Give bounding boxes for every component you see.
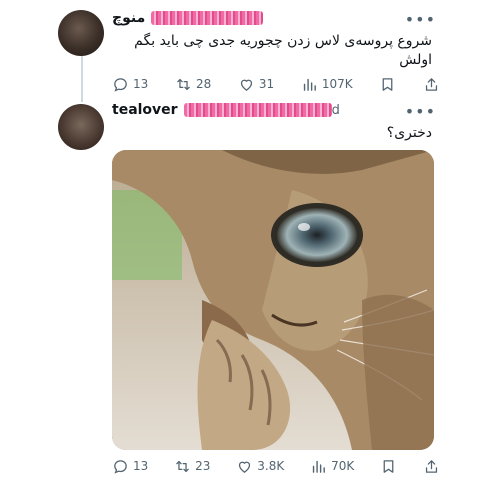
views-icon	[303, 78, 316, 91]
tweet-text: دختری؟	[386, 125, 432, 141]
reply-button[interactable]: 13	[112, 458, 148, 475]
redaction-scribble	[151, 11, 264, 25]
share-button[interactable]	[423, 76, 440, 93]
like-count: 3.8K	[257, 459, 285, 473]
reply-count: 13	[133, 77, 149, 91]
reply-icon	[114, 77, 127, 92]
cat-photo	[112, 150, 434, 450]
tweet[interactable]: tealover d ••• دختری؟ 13 23 3.8K 70K	[112, 100, 440, 474]
more-icon[interactable]: •••	[405, 102, 436, 121]
views-button[interactable]: 70K	[310, 458, 354, 475]
bookmark-button[interactable]	[379, 76, 396, 93]
like-button[interactable]: 3.8K	[236, 458, 284, 475]
bookmark-button[interactable]	[380, 458, 397, 475]
like-icon	[239, 461, 251, 473]
retweet-button[interactable]: 28	[175, 76, 211, 93]
avatar[interactable]	[58, 104, 104, 150]
redaction-scribble	[183, 103, 332, 117]
retweet-count: 23	[195, 459, 211, 473]
action-bar: 13 23 3.8K 70K	[112, 456, 440, 476]
like-button[interactable]: 31	[238, 76, 274, 93]
tweet[interactable]: منوچ ••• شروع پروسه‌ی لاس زدن چجوریه جدی…	[112, 8, 440, 92]
views-button[interactable]: 107K	[301, 76, 353, 93]
like-icon	[240, 79, 253, 91]
tweet-header: منوچ	[112, 8, 440, 28]
retweet-button[interactable]: 23	[174, 458, 210, 475]
thread-connector-line	[81, 54, 83, 102]
views-count: 107K	[321, 77, 353, 91]
tweet-text: شروع پروسه‌ی لاس زدن چجوریه جدی چی باید …	[134, 33, 432, 68]
action-bar: 13 28 31 107K	[112, 74, 440, 94]
display-name[interactable]: منوچ	[112, 10, 145, 26]
username-redacted: d	[183, 102, 340, 118]
username-suffix: d	[331, 102, 340, 118]
like-count: 31	[258, 77, 275, 91]
views-count: 70K	[331, 459, 355, 473]
retweet-icon	[176, 460, 189, 472]
share-icon	[425, 77, 438, 91]
bookmark-icon	[383, 459, 394, 473]
retweet-count: 28	[195, 77, 212, 91]
more-icon[interactable]: •••	[405, 10, 436, 29]
display-name[interactable]: tealover	[112, 102, 178, 118]
username-redacted	[151, 11, 264, 26]
share-button[interactable]	[423, 458, 440, 475]
tweet-header: tealover d	[112, 100, 440, 120]
reply-count: 13	[133, 459, 149, 473]
retweet-icon	[177, 78, 190, 90]
avatar[interactable]	[58, 10, 104, 56]
reply-icon	[114, 459, 127, 474]
reply-button[interactable]: 13	[112, 76, 148, 93]
bookmark-icon	[382, 77, 393, 91]
views-icon	[312, 460, 325, 473]
cat-image[interactable]	[112, 150, 434, 450]
share-icon	[425, 459, 438, 473]
